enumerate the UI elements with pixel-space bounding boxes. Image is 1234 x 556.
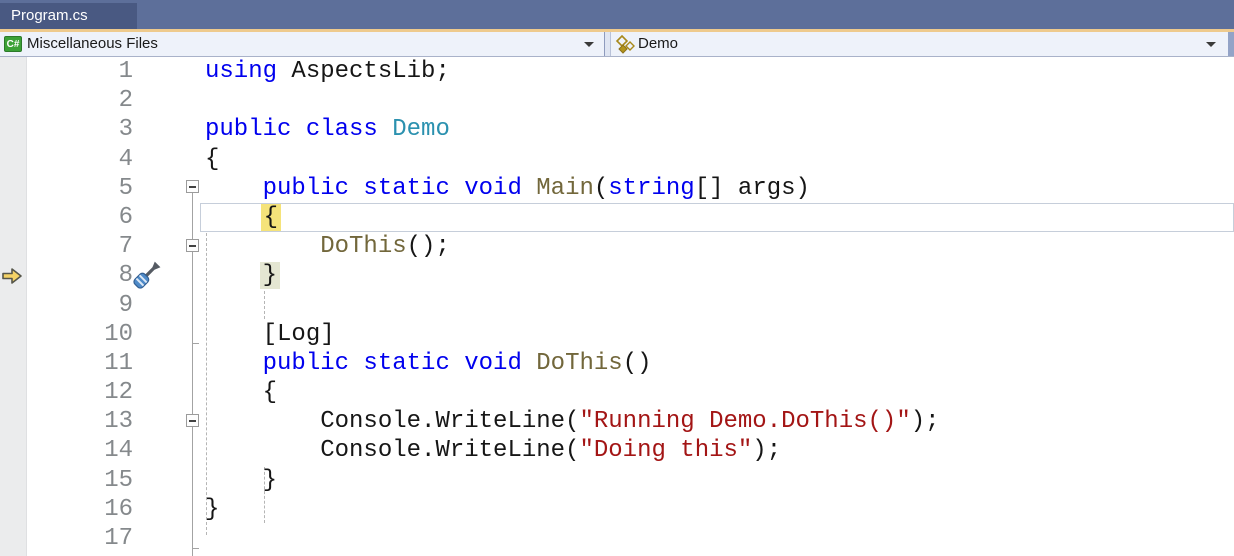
code-token: Main (536, 175, 594, 202)
code-line[interactable]: using AspectsLib; (200, 57, 1234, 86)
code-line[interactable]: public static void DoThis() (200, 349, 1234, 378)
csharp-file-icon: C# (4, 36, 22, 52)
line-number: 9 (0, 291, 133, 320)
line-number: 14 (0, 436, 133, 465)
line-number: 7 (0, 232, 133, 261)
code-line[interactable]: DoThis(); (200, 232, 1234, 261)
code-token: } (205, 496, 219, 523)
line-number: 6 (0, 203, 133, 232)
code-token: Demo (392, 116, 450, 143)
project-dropdown-label: Miscellaneous Files (27, 32, 158, 56)
collapse-toggle-main[interactable] (186, 239, 199, 252)
code-token (205, 175, 263, 202)
project-dropdown[interactable]: C# Miscellaneous Files (0, 32, 604, 56)
screwdriver-icon (128, 259, 166, 297)
code-line[interactable]: public static void Main(string[] args) (200, 174, 1234, 203)
code-token (205, 350, 263, 377)
code-token: "Running Demo.DoThis()" (579, 408, 910, 435)
code-text-area[interactable]: using AspectsLib;public class Demo{ publ… (200, 57, 1234, 553)
line-number-margin: 1234567891011121314151617 (0, 57, 133, 553)
code-token: ); (752, 437, 781, 464)
code-token: ( (594, 175, 608, 202)
code-token: [Log] (205, 321, 335, 348)
code-line[interactable] (200, 524, 1234, 553)
code-token: Console.WriteLine( (205, 408, 579, 435)
code-editor[interactable]: 1234567891011121314151617 using AspectsL… (0, 57, 1234, 556)
code-line[interactable]: Console.WriteLine("Running Demo.DoThis()… (200, 407, 1234, 436)
highlighted-brace: { (261, 204, 281, 231)
code-line[interactable] (200, 291, 1234, 320)
highlighted-brace: } (260, 262, 280, 289)
code-token (205, 262, 263, 289)
line-number: 2 (0, 86, 133, 115)
code-line[interactable]: { (200, 145, 1234, 174)
code-token (205, 233, 320, 260)
line-number: 13 (0, 407, 133, 436)
code-line[interactable] (200, 86, 1234, 115)
type-dropdown[interactable]: Demo (611, 32, 1228, 56)
dropdown-divider (604, 32, 611, 56)
code-line[interactable]: { (200, 203, 1234, 232)
code-line[interactable]: } (200, 495, 1234, 524)
line-number: 4 (0, 145, 133, 174)
code-token: public static void (263, 350, 537, 377)
code-token: AspectsLib; (277, 58, 450, 85)
line-number: 16 (0, 495, 133, 524)
document-tab-strip: Program.cs (0, 0, 1234, 29)
navbar-right-edge (1228, 32, 1234, 56)
code-line[interactable]: Console.WriteLine("Doing this"); (200, 436, 1234, 465)
outline-end-tick (192, 343, 199, 344)
outline-end-tick (192, 548, 199, 549)
line-number: 3 (0, 115, 133, 144)
code-token: public class (205, 116, 392, 143)
code-line[interactable]: public class Demo (200, 115, 1234, 144)
code-token: DoThis (536, 350, 622, 377)
code-token: using (205, 58, 277, 85)
code-line[interactable]: } (200, 261, 1234, 290)
code-token: { (205, 146, 219, 173)
line-number: 8 (0, 261, 133, 290)
chevron-down-icon[interactable] (1206, 42, 1216, 47)
code-token: } (205, 467, 277, 494)
code-token (206, 204, 264, 231)
code-token: Console.WriteLine( (205, 437, 579, 464)
line-number: 1 (0, 57, 133, 86)
code-token: (); (407, 233, 450, 260)
line-number: 5 (0, 174, 133, 203)
line-number: 12 (0, 378, 133, 407)
navigation-bar: C# Miscellaneous Files Demo (0, 32, 1234, 57)
line-number: 17 (0, 524, 133, 553)
line-number: 11 (0, 349, 133, 378)
code-token: [] args) (695, 175, 810, 202)
chevron-down-icon[interactable] (584, 42, 594, 47)
code-line[interactable]: } (200, 466, 1234, 495)
code-line[interactable]: { (200, 378, 1234, 407)
code-token: "Doing this" (579, 437, 752, 464)
code-token: public static void (263, 175, 537, 202)
type-dropdown-label: Demo (638, 32, 678, 56)
code-token: ); (911, 408, 940, 435)
code-token: { (205, 379, 277, 406)
tab-program-cs[interactable]: Program.cs (0, 3, 137, 29)
class-icon (615, 34, 635, 54)
code-token: DoThis (320, 233, 406, 260)
line-number: 10 (0, 320, 133, 349)
code-token: () (623, 350, 652, 377)
vs-editor-window: Program.cs C# Miscellaneous Files Demo 1… (0, 0, 1234, 556)
code-line[interactable]: [Log] (200, 320, 1234, 349)
code-token: string (608, 175, 694, 202)
line-number: 15 (0, 466, 133, 495)
collapse-toggle-class[interactable] (186, 180, 199, 193)
collapse-toggle-dothis[interactable] (186, 414, 199, 427)
